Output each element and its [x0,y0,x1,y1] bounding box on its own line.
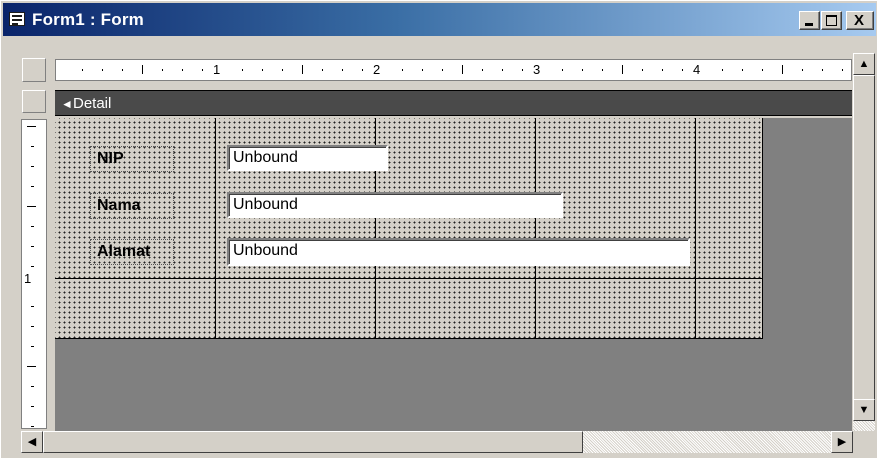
detail-section-header[interactable]: ◄ Detail [55,90,852,116]
ruler-tick [682,69,683,71]
scroll-up-button[interactable]: ▲ [853,53,875,75]
ruler-tick [202,69,203,71]
ruler-tick [31,426,34,427]
ruler-tick [722,69,723,71]
alamat-label[interactable]: Alamat [90,239,174,265]
ruler-number: 4 [693,62,701,77]
ruler-number: 1 [24,271,32,286]
ruler-tick [562,69,563,71]
ruler-tick [122,69,123,71]
ruler-tick [102,69,103,71]
ruler-tick [782,65,783,74]
ruler-tick [662,69,663,71]
nip-label[interactable]: NIP [90,146,174,172]
ruler-tick [31,246,34,247]
scroll-down-button[interactable]: ▼ [853,399,875,421]
form-icon[interactable] [9,12,25,26]
scroll-up-icon: ▲ [858,58,870,70]
form-design-window: Form1 : Form X 1 2 3 4 ◄ Detail 1 NIP Un… [0,0,877,458]
ruler-tick [462,65,463,74]
ruler-tick [31,406,34,407]
scroll-left-icon: ◀ [27,436,37,448]
ruler-tick [522,69,523,71]
minimize-button[interactable] [799,11,820,30]
ruler-tick [31,166,34,167]
ruler-tick [442,69,443,71]
form-selector[interactable] [22,58,46,82]
ruler-tick [31,266,34,267]
ruler-tick [31,186,34,187]
vertical-scrollbar[interactable]: ▲ ▼ [853,53,875,431]
ruler-tick [742,69,743,71]
detail-collapse-icon: ◄ [61,97,73,111]
ruler-tick [31,386,34,387]
ruler-tick [322,69,323,71]
detail-section-label: Detail [73,95,112,112]
size-box [853,431,875,453]
scroll-left-button[interactable]: ◀ [21,431,43,453]
grid-line [695,118,696,339]
ruler-tick [362,69,363,71]
ruler-tick [602,69,603,71]
close-button[interactable]: X [846,11,874,30]
grid-line [215,118,216,339]
scroll-down-icon: ▼ [858,404,870,416]
ruler-tick [31,326,34,327]
ruler-tick [82,69,83,71]
ruler-tick [822,69,823,71]
ruler-tick [162,69,163,71]
detail-grid-area[interactable]: NIP Unbound Nama Unbound Alamat Unbound [55,118,763,339]
ruler-tick [262,69,263,71]
section-selector[interactable] [22,90,46,113]
ruler-tick [482,69,483,71]
title-bar[interactable]: Form1 : Form X [3,3,876,36]
grid-line [535,118,536,339]
ruler-tick [502,69,503,71]
ruler-tick [182,69,183,71]
ruler-tick [762,69,763,71]
ruler-tick [31,346,34,347]
ruler-tick [27,206,36,207]
minimize-icon [805,23,813,26]
nama-textbox[interactable]: Unbound [227,192,563,218]
ruler-tick [282,69,283,71]
horizontal-ruler[interactable]: 1 2 3 4 [55,59,852,81]
vertical-scroll-thumb[interactable] [853,75,875,411]
nip-textbox[interactable]: Unbound [227,145,388,171]
horizontal-scrollbar[interactable]: ◀ ▶ [21,431,853,453]
ruler-tick [142,65,143,74]
form-design-canvas[interactable]: NIP Unbound Nama Unbound Alamat Unbound [55,118,852,431]
ruler-tick [582,69,583,71]
nama-label[interactable]: Nama [90,193,174,219]
ruler-tick [622,65,623,74]
maximize-icon [826,15,837,26]
scroll-right-icon: ▶ [837,436,847,448]
ruler-tick [342,69,343,71]
ruler-tick [242,69,243,71]
ruler-tick [802,69,803,71]
maximize-button[interactable] [821,11,842,30]
ruler-tick [642,69,643,71]
grid-line [55,278,763,279]
vertical-ruler[interactable]: 1 [21,119,47,429]
ruler-tick [27,126,36,127]
ruler-tick [422,69,423,71]
ruler-tick [27,366,36,367]
ruler-number: 1 [213,62,221,77]
ruler-tick [842,69,843,71]
close-icon: X [854,12,865,29]
ruler-tick [302,65,303,74]
ruler-tick [402,69,403,71]
ruler-number: 2 [373,62,381,77]
window-title: Form1 : Form [32,10,144,29]
ruler-number: 3 [533,62,541,77]
ruler-tick [31,306,34,307]
scroll-right-button[interactable]: ▶ [831,431,853,453]
alamat-textbox[interactable]: Unbound [227,238,690,266]
ruler-tick [31,146,34,147]
horizontal-scroll-thumb[interactable] [43,431,583,453]
window-left-edge [1,37,19,457]
ruler-tick [31,226,34,227]
